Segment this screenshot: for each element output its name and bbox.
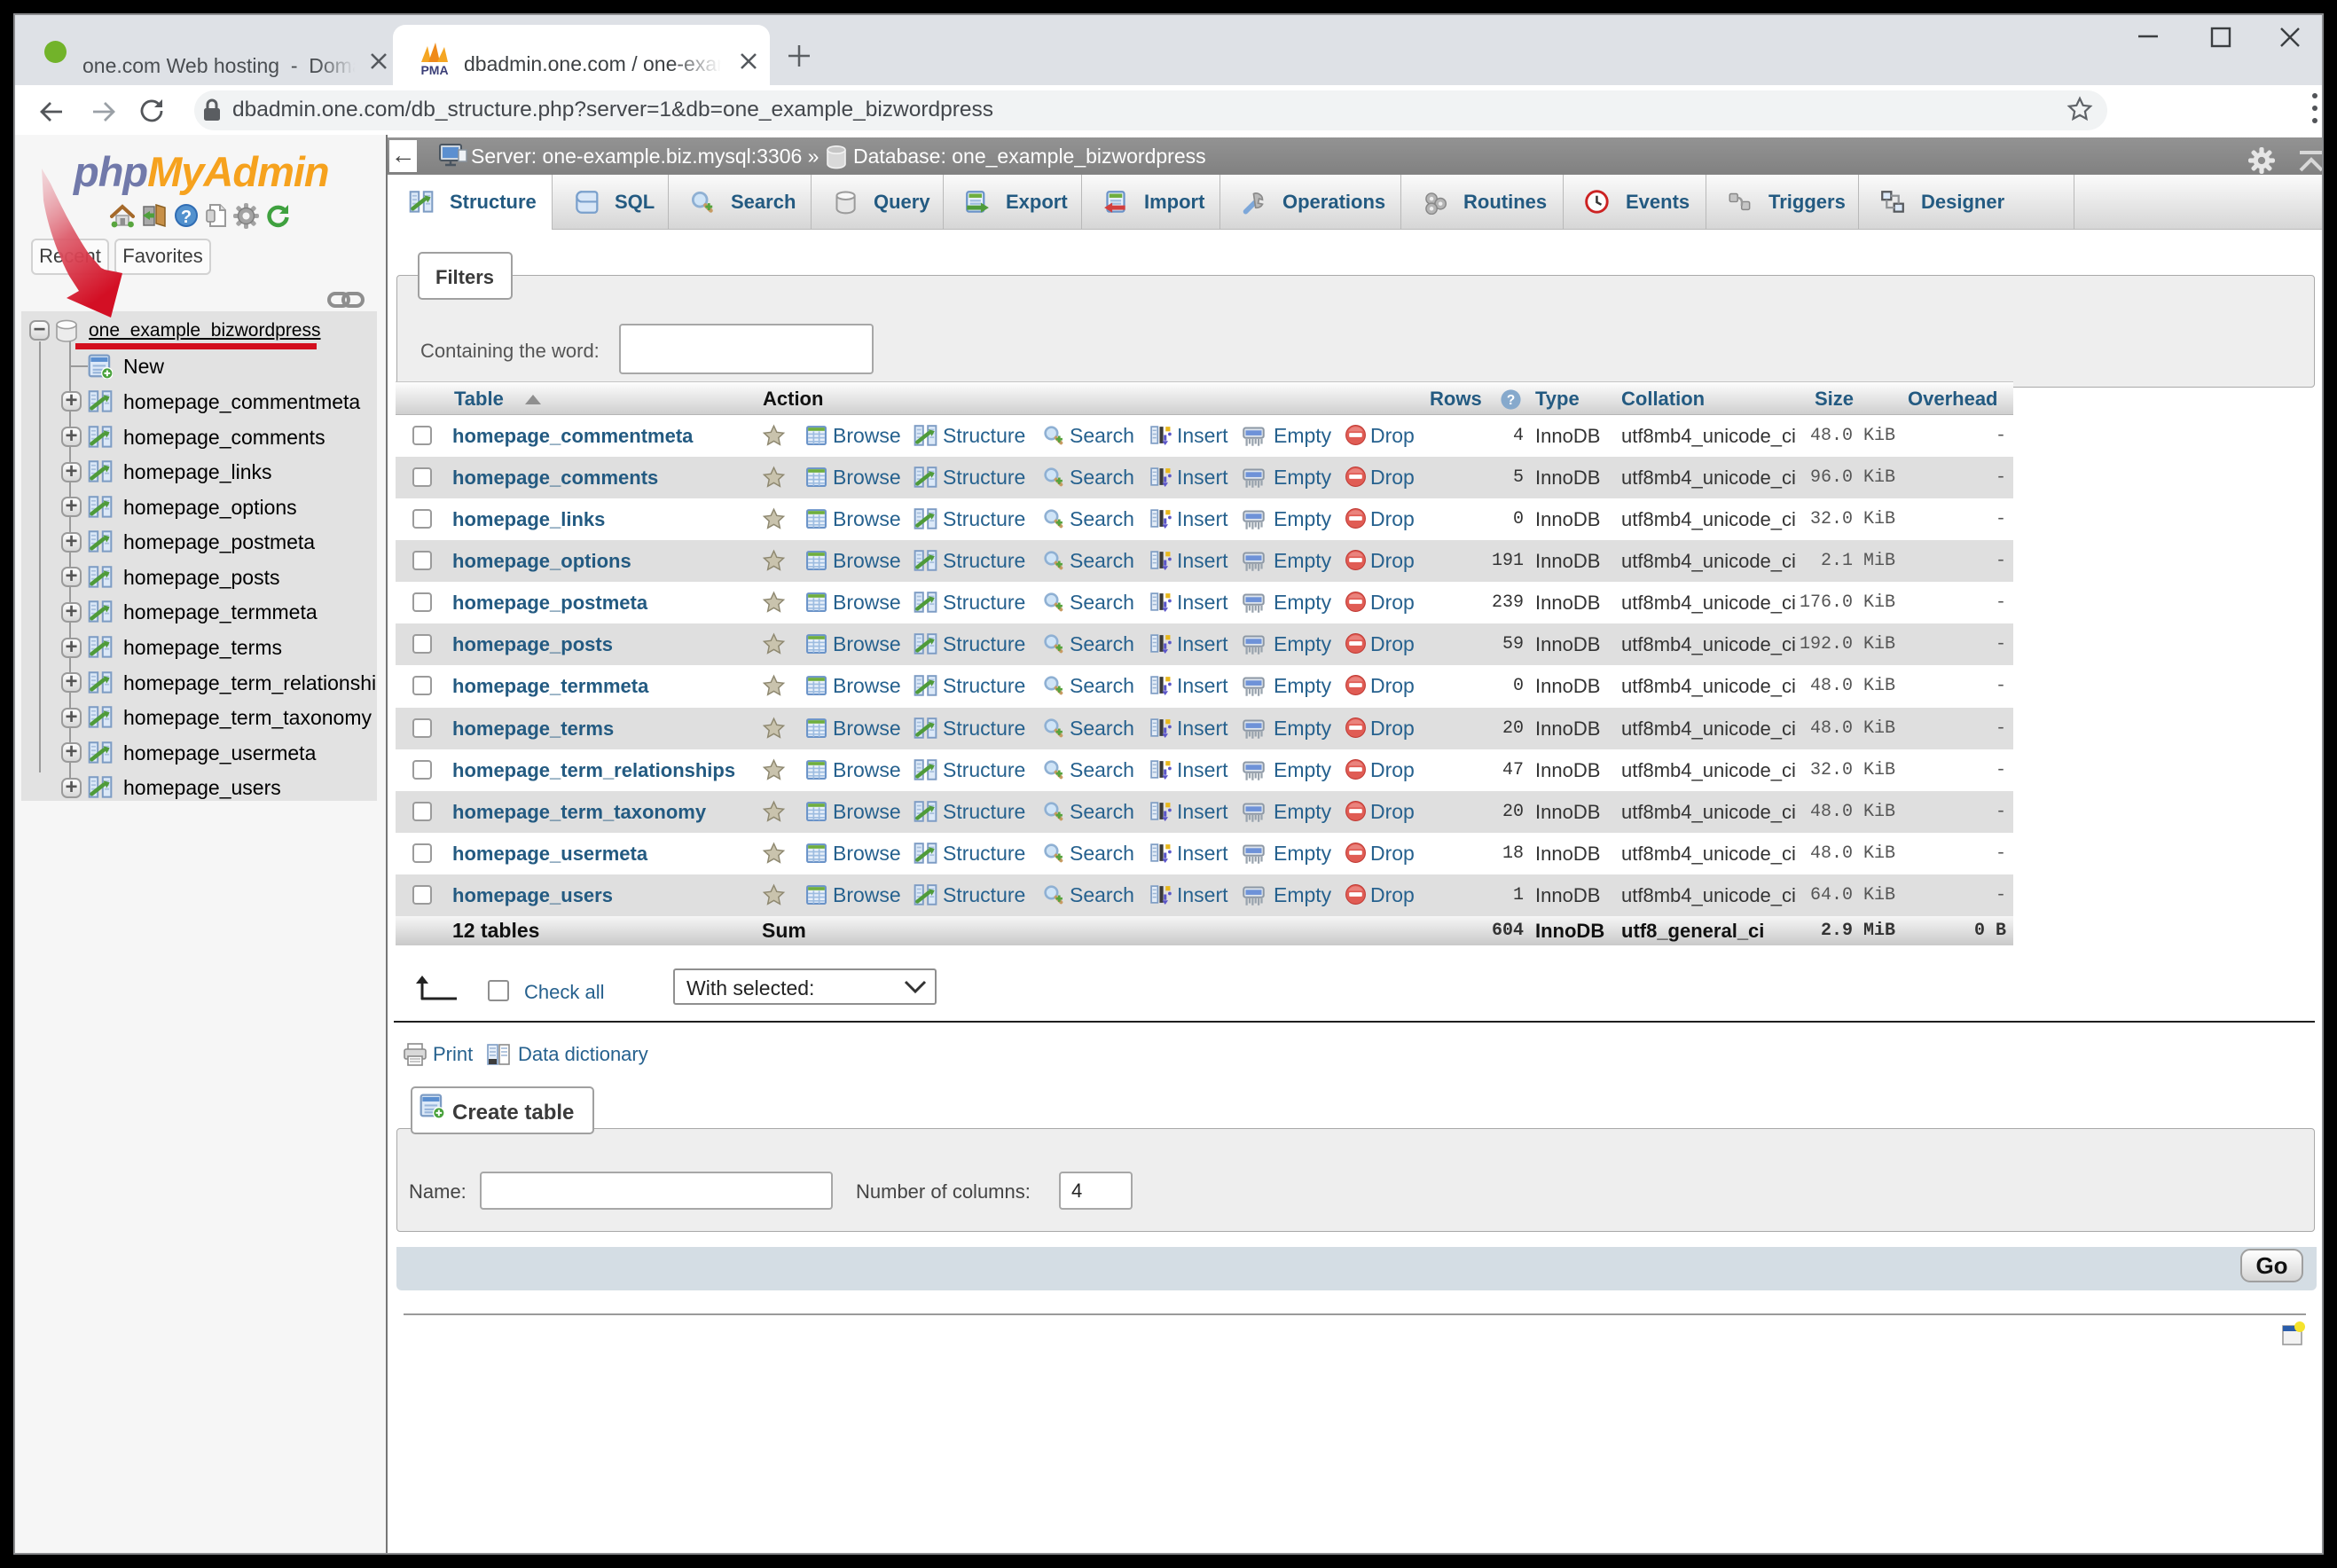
svg-text:?: ? — [1507, 393, 1515, 408]
svg-text:?: ? — [181, 208, 192, 227]
svg-text:PMA: PMA — [420, 63, 448, 75]
